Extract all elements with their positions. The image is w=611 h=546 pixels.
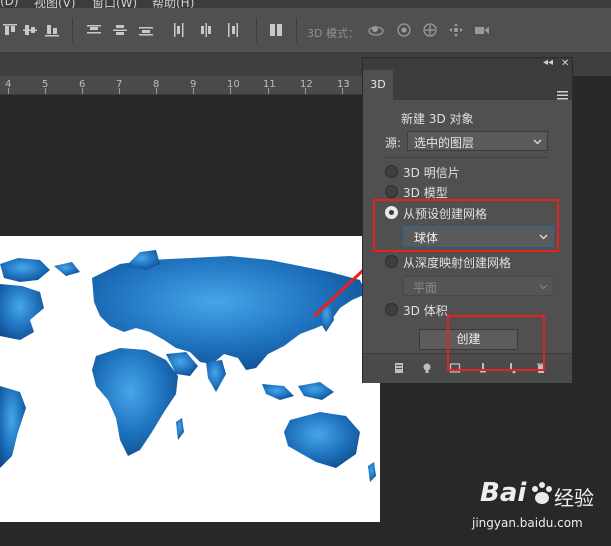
source-select-value: 选中的图层 bbox=[414, 136, 475, 150]
highlight-box-create bbox=[447, 315, 545, 371]
distribute-horizontal-center-icon[interactable] bbox=[198, 22, 214, 38]
divider bbox=[385, 157, 548, 158]
slide-3d-icon[interactable] bbox=[448, 22, 464, 38]
pan-3d-icon[interactable] bbox=[422, 22, 438, 38]
option-label-mesh-from-depth-map[interactable]: 从深度映射创建网格 bbox=[403, 254, 511, 271]
light-bulb-icon[interactable] bbox=[421, 362, 433, 374]
radio-3d-volume[interactable] bbox=[385, 303, 398, 316]
watermark-brand-suffix: 经验 bbox=[554, 486, 594, 510]
ruler-label: 12 bbox=[300, 79, 313, 90]
source-label: 源: bbox=[385, 136, 402, 150]
toolbar-divider bbox=[256, 18, 257, 42]
chevron-down-icon bbox=[533, 139, 542, 145]
panel-menu-icon[interactable] bbox=[557, 91, 568, 100]
depth-map-select-value: 平面 bbox=[413, 281, 438, 295]
scale-3d-icon[interactable] bbox=[474, 22, 490, 38]
horizontal-ruler: 4 5 6 7 8 9 10 11 12 13 bbox=[0, 76, 362, 95]
close-panel-button[interactable]: ✕ bbox=[561, 58, 569, 69]
align-bottom-icon[interactable] bbox=[44, 22, 60, 38]
panel-title-bar: ◂◂ ✕ bbox=[363, 57, 572, 70]
align-vertical-center-icon[interactable] bbox=[22, 22, 38, 38]
ruler-label: 11 bbox=[263, 79, 276, 90]
ruler-label: 13 bbox=[337, 79, 350, 90]
watermark-url: jingyan.baidu.com bbox=[472, 516, 583, 530]
depth-map-select: 平面 bbox=[403, 276, 554, 296]
chevron-down-icon bbox=[539, 284, 548, 290]
option-label-3d-postcard[interactable]: 3D 明信片 bbox=[403, 164, 460, 181]
distribute-top-icon[interactable] bbox=[86, 22, 102, 38]
section-title: 新建 3D 对象 bbox=[401, 112, 474, 126]
options-bar: 3D 模式： bbox=[0, 8, 611, 53]
tab-3d[interactable]: 3D bbox=[363, 70, 393, 100]
panel-tab-bar: 3D bbox=[363, 70, 572, 100]
ruler-label: 9 bbox=[190, 79, 197, 90]
option-label-3d-volume[interactable]: 3D 体积 bbox=[403, 302, 448, 319]
radio-mesh-from-depth-map[interactable] bbox=[385, 255, 398, 268]
ruler-label: 5 bbox=[42, 79, 49, 90]
ruler-label: 8 bbox=[153, 79, 160, 90]
distribute-bottom-icon[interactable] bbox=[138, 22, 154, 38]
auto-align-icon[interactable] bbox=[268, 22, 284, 38]
toolbar-divider bbox=[72, 18, 73, 42]
radio-3d-postcard[interactable] bbox=[385, 165, 398, 178]
ruler-label: 7 bbox=[116, 79, 123, 90]
menu-bar: (D) 视图(V) 窗口(W) 帮助(H) bbox=[0, 0, 611, 8]
ruler-label: 6 bbox=[79, 79, 86, 90]
collapse-panel-button[interactable]: ◂◂ bbox=[543, 57, 553, 68]
ruler-label: 4 bbox=[5, 79, 12, 90]
roll-3d-icon[interactable] bbox=[396, 22, 412, 38]
menu-item-help[interactable]: 帮助(H) bbox=[152, 0, 194, 8]
radio-3d-model[interactable] bbox=[385, 185, 398, 198]
scene-icon[interactable] bbox=[393, 362, 405, 374]
highlight-box-preset bbox=[373, 199, 559, 252]
align-top-icon[interactable] bbox=[2, 22, 18, 38]
3d-mode-label: 3D 模式： bbox=[307, 27, 359, 40]
baidu-jingyan-watermark: Bai 经验 jingyan.baidu.com bbox=[472, 476, 607, 540]
distribute-right-icon[interactable] bbox=[224, 22, 240, 38]
watermark-brand: Bai bbox=[480, 478, 527, 508]
orbit-3d-icon[interactable] bbox=[368, 22, 384, 38]
ruler-label: 10 bbox=[227, 79, 240, 90]
distribute-left-icon[interactable] bbox=[172, 22, 188, 38]
menu-item-3d[interactable]: (D) bbox=[0, 0, 19, 8]
source-select[interactable]: 选中的图层 bbox=[407, 131, 548, 151]
distribute-vertical-center-icon[interactable] bbox=[112, 22, 128, 38]
menu-item-window[interactable]: 窗口(W) bbox=[92, 0, 137, 8]
toolbar-divider bbox=[296, 18, 297, 42]
menu-item-view[interactable]: 视图(V) bbox=[34, 0, 76, 8]
